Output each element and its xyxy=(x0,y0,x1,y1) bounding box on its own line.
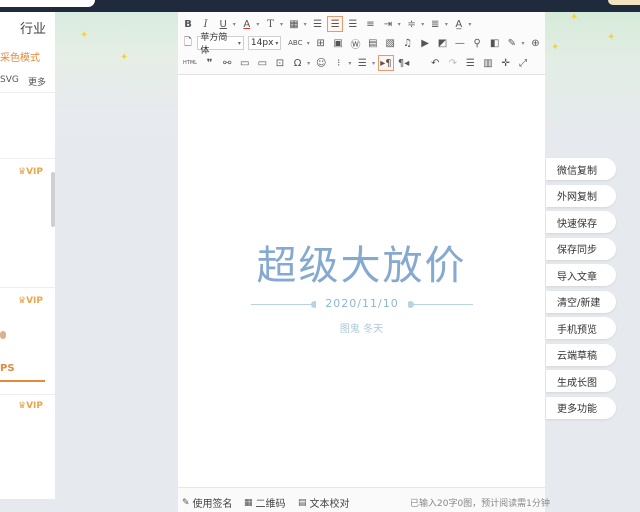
bold-icon[interactable]: B xyxy=(180,16,196,32)
top-bar xyxy=(0,0,640,12)
word-import-icon[interactable]: Ⓦ xyxy=(348,35,364,51)
ps-tab-underline xyxy=(0,380,45,382)
table-style-icon[interactable]: ▦ xyxy=(286,16,302,32)
multi-image-icon[interactable]: ▧ xyxy=(382,35,398,51)
divider-line-icon[interactable]: — xyxy=(452,35,468,51)
wechat-copy-button[interactable]: 微信复制 xyxy=(546,158,616,180)
insert-code-icon[interactable]: ▭ xyxy=(237,55,253,71)
html-source-icon[interactable]: HTML xyxy=(180,55,200,71)
color-mode-link[interactable]: 采色模式 xyxy=(0,49,40,64)
move-icon[interactable]: ✛ xyxy=(498,55,514,71)
clear-new-button[interactable]: 清空/新建 xyxy=(546,290,616,313)
cloud-draft-button[interactable]: 云端草稿 xyxy=(546,343,616,366)
emoji-icon[interactable]: ☺ xyxy=(313,55,329,71)
star-decor-icon: ✦ xyxy=(570,12,579,23)
divider xyxy=(0,394,55,395)
new-doc-icon[interactable]: 🗋 xyxy=(180,35,196,51)
star-decor-icon: ✦ xyxy=(551,42,560,53)
abc-case-icon[interactable]: ABC xyxy=(285,35,305,51)
font-color-icon[interactable]: A xyxy=(239,16,255,32)
ltr-icon[interactable]: ▸¶ xyxy=(377,55,394,71)
word-count: 已输入20字0图，预计阅读需1分钟 xyxy=(410,499,550,509)
editor-content[interactable]: 超级大放价 2020/11/10 图鬼 冬天 xyxy=(178,75,545,487)
proofread-button[interactable]: ▤ 文本校对 xyxy=(298,495,350,511)
top-search-pill[interactable] xyxy=(0,0,95,7)
long-image-button[interactable]: 生成长图 xyxy=(546,370,616,392)
editor-statusbar: ✎ 使用签名 ▦ 二维码 ▤ 文本校对 已输入20字0图，预计阅读需1分钟 xyxy=(178,487,550,512)
left-panel: 行业 采色模式 SVG 更多 ♛VIP ♛VIP PS ♛VIP xyxy=(0,12,55,499)
import-article-button[interactable]: 导入文章 xyxy=(546,264,616,286)
article-subtitle: 图鬼 冬天 xyxy=(339,324,384,335)
align-right-icon[interactable]: ☰ xyxy=(345,16,361,32)
media-icon[interactable]: ◩ xyxy=(435,35,451,51)
signature-button[interactable]: ✎ 使用签名 xyxy=(182,495,233,511)
music-icon[interactable]: ♫ xyxy=(400,35,416,51)
paragraph-spacing-icon[interactable]: ≣ xyxy=(427,16,443,32)
mobile-preview-button[interactable]: 手机预览 xyxy=(546,317,616,339)
external-copy-button[interactable]: 外网复制 xyxy=(546,184,616,207)
divider xyxy=(0,287,55,288)
line-height-icon[interactable]: ≑ xyxy=(404,16,420,32)
clear-format-icon[interactable]: ◧ xyxy=(487,35,503,51)
canvas-background-left xyxy=(55,12,178,499)
insert-image-icon[interactable]: ▤ xyxy=(365,35,381,51)
save-sync-button[interactable]: 保存同步 xyxy=(546,237,616,260)
divider xyxy=(0,92,55,93)
image-library-icon[interactable]: ▣ xyxy=(330,35,346,51)
align-center-icon[interactable]: ☰ xyxy=(327,16,344,32)
svg-tab[interactable]: SVG xyxy=(0,75,19,85)
layout-icon[interactable]: ▥ xyxy=(480,55,496,71)
text-style-icon[interactable]: T xyxy=(262,16,278,32)
ordered-list-icon[interactable]: ⁝ xyxy=(331,55,347,71)
template-icon[interactable]: ▭ xyxy=(254,55,270,71)
article-date: 2020/11/10 xyxy=(316,297,408,310)
vip-badge: ♛VIP xyxy=(18,296,43,306)
toolbar-row-3: HTML ❞ ⚯ ▭ ▭ ⊡ Ω ▾ ☺ ⁝ ▾ ☰ ▾ ▸¶ ¶◂ ↶ ↷ ☰ ▥ … xyxy=(180,53,533,73)
hyperlink-icon[interactable]: ⚯ xyxy=(219,55,235,71)
frame-icon[interactable]: ⊡ xyxy=(272,55,288,71)
align-left-icon[interactable]: ☰ xyxy=(310,16,326,32)
date-decor-dot xyxy=(407,301,414,308)
more-tab[interactable]: 更多 xyxy=(28,75,46,88)
vip-badge: ♛VIP xyxy=(18,167,43,177)
letter-spacing-icon[interactable]: A̲ xyxy=(451,16,467,32)
link-icon[interactable]: ⚲ xyxy=(469,35,485,51)
font-family-select[interactable]: 苹方简体 ▾ xyxy=(197,33,244,56)
quick-save-button[interactable]: 快速保存 xyxy=(546,211,616,233)
toolbar-row-2: 🗋 苹方简体 ▾ 14px ▾ ABC ▾ ⊞ ▣ Ⓦ ▤ ▧ ♫ ▶ ◩ — ⚲ ◧… xyxy=(180,33,545,56)
editor-panel: B I U ▾ A ▾ T ▾ ▦ ▾ ☰ ☰ ☰ ≡ ⇥ ▾ ≑ ▾ ≣ ▾ A̲ ▾ 🗋 苹… xyxy=(178,12,550,512)
justify-icon[interactable]: ≡ xyxy=(362,16,378,32)
indent-icon[interactable]: ⇥ xyxy=(380,16,396,32)
vip-badge: ♛VIP xyxy=(18,401,43,411)
article-title: 超级大放价 xyxy=(256,243,467,289)
star-decor-icon: ✦ xyxy=(120,52,129,63)
qrcode-button[interactable]: ▦ 二维码 xyxy=(244,495,286,511)
pen-icon: ✎ xyxy=(182,497,190,508)
industry-tab[interactable]: 行业 xyxy=(20,18,46,37)
divider xyxy=(0,158,55,159)
search-icon[interactable]: ⊕ xyxy=(528,35,544,51)
special-char-icon[interactable]: Ω xyxy=(290,55,306,71)
paragraph-format-icon[interactable]: ☰ xyxy=(462,55,478,71)
star-decor-icon: ✦ xyxy=(80,30,89,41)
undo-icon[interactable]: ↶ xyxy=(427,55,443,71)
qrcode-icon: ▦ xyxy=(244,497,253,508)
document-icon: ▤ xyxy=(298,497,307,508)
ps-tab[interactable]: PS xyxy=(0,363,15,374)
unordered-list-icon[interactable]: ☰ xyxy=(354,55,370,71)
quote-icon[interactable]: ❞ xyxy=(202,55,218,71)
redo-icon[interactable]: ↷ xyxy=(445,55,461,71)
editor-toolbar: B I U ▾ A ▾ T ▾ ▦ ▾ ☰ ☰ ☰ ≡ ⇥ ▾ ≑ ▾ ≣ ▾ A̲ ▾ 🗋 苹… xyxy=(178,12,545,75)
font-size-select[interactable]: 14px ▾ xyxy=(247,36,282,50)
format-brush-icon[interactable]: ✎ xyxy=(504,35,520,51)
star-decor-icon: ✦ xyxy=(607,32,616,43)
decor-shape xyxy=(0,331,6,339)
video-icon[interactable]: ▶ xyxy=(417,35,433,51)
rtl-icon[interactable]: ¶◂ xyxy=(396,55,412,71)
top-vip-pill[interactable] xyxy=(608,0,640,5)
insert-table-icon[interactable]: ⊞ xyxy=(313,35,329,51)
more-functions-button[interactable]: 更多功能 xyxy=(546,396,616,419)
fullscreen-icon[interactable]: ⤢ xyxy=(515,55,531,71)
